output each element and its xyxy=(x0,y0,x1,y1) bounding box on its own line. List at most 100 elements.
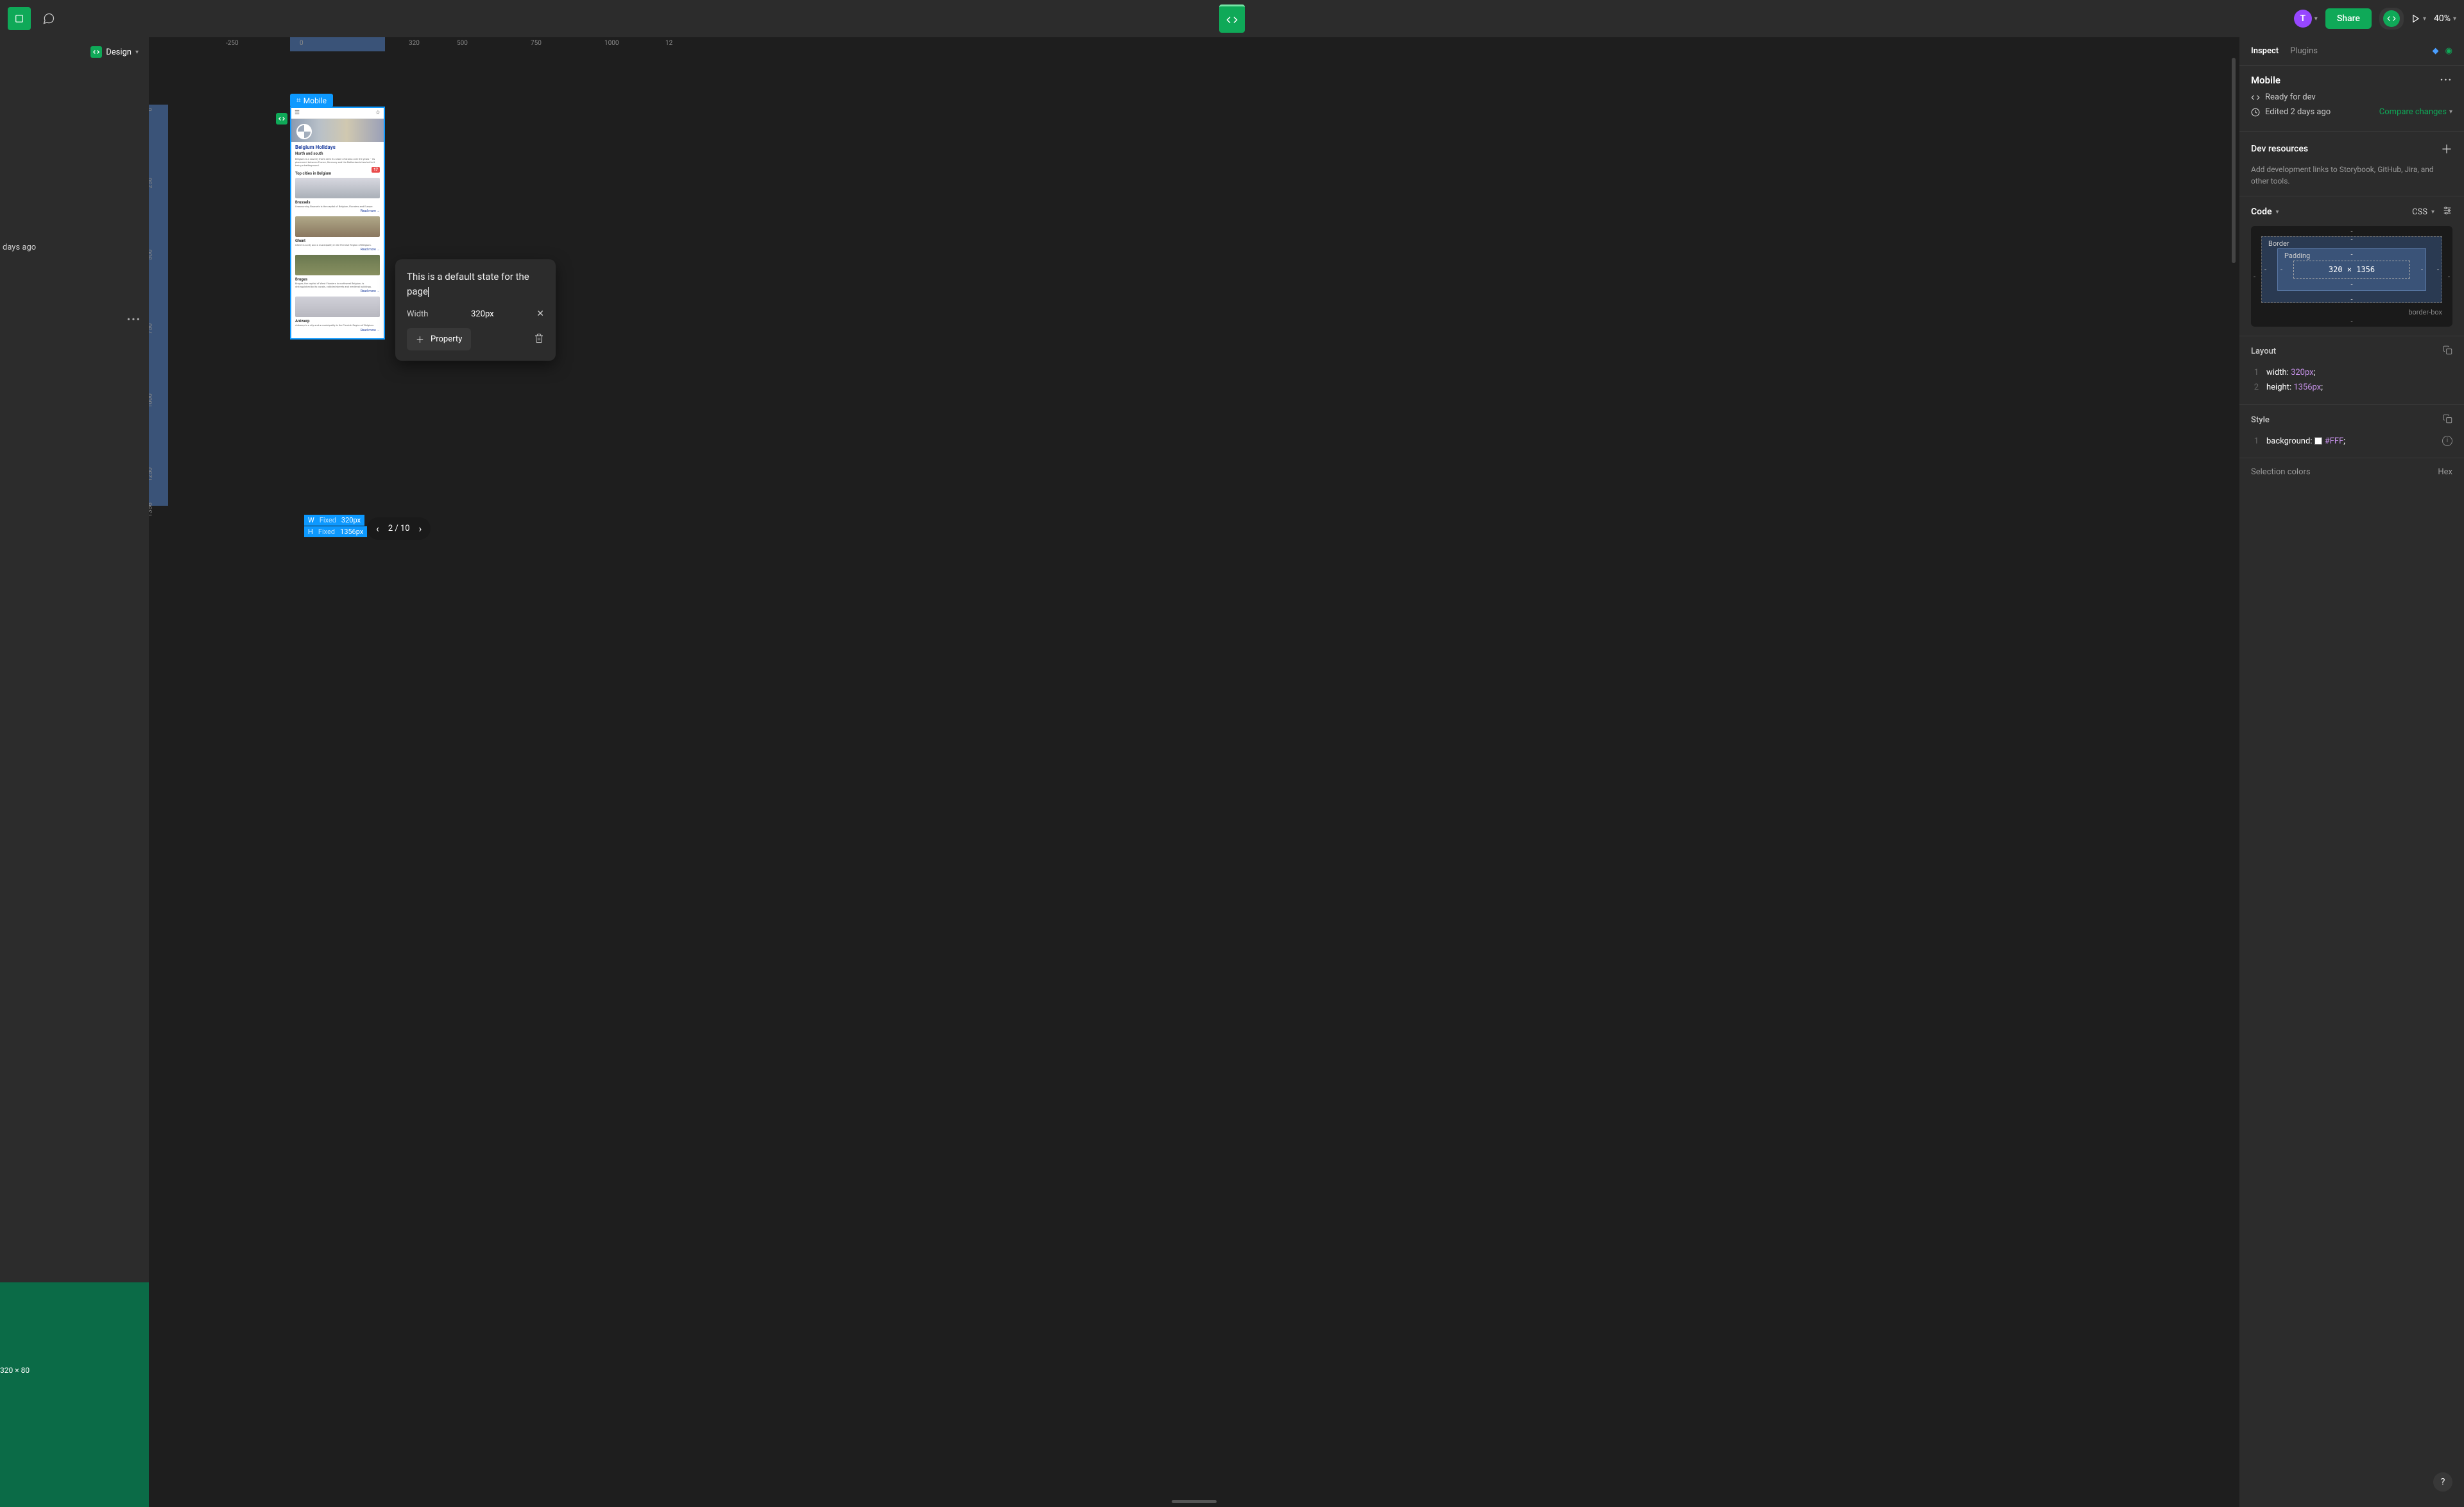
plus-icon: ＋ xyxy=(416,333,424,345)
add-property-button[interactable]: ＋ Property xyxy=(407,328,471,350)
pager-prev-button[interactable]: ‹ xyxy=(376,522,379,535)
box-model-visualizer: - - - - Border - - - - Padding - - - - 3… xyxy=(2251,226,2452,327)
city-image xyxy=(295,216,380,237)
width-label: Width xyxy=(407,309,428,319)
style-code-section: Style 1 background: #FFF; i xyxy=(2239,405,2464,458)
remove-property-button[interactable]: ✕ xyxy=(536,309,544,319)
chevron-down-icon[interactable]: ▾ xyxy=(2276,209,2279,216)
ruler-tick: 12 xyxy=(665,40,672,47)
chevron-down-icon: ▾ xyxy=(2453,15,2456,22)
help-button[interactable]: ? xyxy=(2433,1472,2452,1492)
left-sidebar: Design ▾ days ago ••• 320 × 80 xyxy=(0,37,149,1507)
ruler-tick: 320 xyxy=(409,40,420,47)
mobile-frame[interactable]: ☰ ☆ Belgium Holidays North and south Bel… xyxy=(290,107,385,340)
share-button[interactable]: Share xyxy=(2325,8,2372,29)
top-toolbar: T ▾ Share ▾ 40% ▾ xyxy=(0,0,2464,37)
city-image xyxy=(295,178,380,198)
selection-colors-title: Selection colors xyxy=(2251,467,2311,477)
city-desc: Ghent is a city and a municipality in th… xyxy=(295,243,380,246)
visibility-icon[interactable]: ◉ xyxy=(2445,46,2452,56)
annotation-actions: ＋ Property xyxy=(407,328,544,350)
layout-code[interactable]: 1 width: 320px; 2 height: 1356px; xyxy=(2239,363,2464,404)
ruler-tick: 1250 xyxy=(149,467,154,481)
canvas-scrollbar[interactable] xyxy=(2232,58,2236,263)
css-language-dropdown[interactable]: CSS ▾ xyxy=(2412,207,2434,217)
annotation-text-input[interactable]: This is a default state for the page xyxy=(407,270,544,298)
settings-icon[interactable] xyxy=(2442,205,2452,218)
chevron-down-icon: ▾ xyxy=(2423,15,2426,22)
compare-changes-button[interactable]: Compare changes ▾ xyxy=(2379,107,2452,117)
box-model-border: Border - - - - Padding - - - - 320 × 135… xyxy=(2261,236,2442,303)
edited-row: Edited 2 days ago Compare changes ▾ xyxy=(2251,107,2452,117)
toolbar-left xyxy=(8,7,59,30)
copy-style-button[interactable] xyxy=(2443,414,2452,426)
chevron-down-icon: ▾ xyxy=(2431,209,2434,216)
ruler-tick: 1000 xyxy=(604,40,619,47)
page-description: Belgium is a country that's seen its sha… xyxy=(295,157,380,168)
ruler-tick: 500 xyxy=(149,250,154,261)
frame-content: Belgium Holidays North and south Belgium… xyxy=(291,142,384,338)
city-desc: Bruges, the capital of West Flanders in … xyxy=(295,282,380,288)
main-menu-button[interactable] xyxy=(8,7,31,30)
avatar-group[interactable]: T ▾ xyxy=(2294,10,2318,28)
edited-ago-text: days ago xyxy=(0,243,36,252)
comment-tool-button[interactable] xyxy=(38,8,59,29)
page-title: Belgium Holidays xyxy=(295,144,380,150)
pager: ‹ 2 / 10 › xyxy=(367,517,431,540)
zoom-control[interactable]: 40% ▾ xyxy=(2434,13,2456,24)
box-sizing-label: border-box xyxy=(2261,308,2442,316)
pager-next-button[interactable]: › xyxy=(419,522,422,535)
dev-mode-toggle[interactable] xyxy=(2379,8,2404,30)
city-name: Bruges xyxy=(295,277,380,282)
annotation-popup: This is a default state for the page Wid… xyxy=(395,259,556,361)
panel-tabs: Inspect Plugins ◆ ◉ xyxy=(2239,37,2464,65)
frame-icon: ⌗ xyxy=(296,96,301,105)
style-code[interactable]: 1 background: #FFF; i xyxy=(2239,431,2464,458)
city-name: Brussels xyxy=(295,200,380,205)
canvas[interactable]: -250 0 320 500 750 1000 12 0 250 500 750… xyxy=(149,37,2239,1507)
frame-label[interactable]: ⌗ Mobile xyxy=(290,94,333,107)
pager-value: 2 / 10 xyxy=(388,524,410,533)
dev-resources-description: Add development links to Storybook, GitH… xyxy=(2251,164,2452,187)
ruler-tick: 1356 xyxy=(149,503,154,517)
code-icon xyxy=(2383,10,2400,27)
city-name: Antwerp xyxy=(295,319,380,323)
hamburger-icon: ☰ xyxy=(295,110,300,116)
delete-annotation-button[interactable] xyxy=(534,333,544,346)
star-icon: ☆ xyxy=(375,110,381,116)
left-thumbnail-block[interactable]: 320 × 80 xyxy=(0,1282,149,1507)
figma-icon[interactable]: ◆ xyxy=(2433,46,2439,56)
tab-plugins[interactable]: Plugins xyxy=(2290,46,2318,56)
present-button[interactable]: ▾ xyxy=(2411,14,2426,23)
ruler-tick: 750 xyxy=(149,323,154,334)
tab-inspect[interactable]: Inspect xyxy=(2251,46,2279,56)
dev-resources-title: Dev resources xyxy=(2251,144,2308,154)
more-dots-icon[interactable]: ••• xyxy=(127,313,141,325)
frame-info-section: Mobile ••• Ready for dev Edited 2 days a… xyxy=(2239,65,2464,132)
hex-label: Hex xyxy=(2438,467,2452,477)
more-icon[interactable]: ••• xyxy=(2440,76,2452,85)
add-dev-resource-button[interactable]: ＋ xyxy=(2441,141,2452,157)
city-image xyxy=(295,255,380,275)
frame-dev-badge[interactable] xyxy=(276,113,287,125)
ruler-tick: 1000 xyxy=(149,393,154,408)
info-icon[interactable]: i xyxy=(2442,436,2452,446)
ruler-tick: 0 xyxy=(149,108,154,112)
copy-layout-button[interactable] xyxy=(2443,345,2452,357)
toolbar-center xyxy=(1219,4,1245,33)
code-icon xyxy=(90,46,102,58)
ruler-tick: 250 xyxy=(149,178,154,189)
city-name: Ghent xyxy=(295,239,380,243)
layout-title: Layout xyxy=(2251,347,2276,356)
frame-topbar: ☰ ☆ xyxy=(291,108,384,119)
dev-mode-center-button[interactable] xyxy=(1219,4,1245,33)
chevron-down-icon: ▾ xyxy=(135,49,139,56)
city-image xyxy=(295,297,380,317)
city-desc: Antwerp is a city and a municipality in … xyxy=(295,323,380,327)
design-tab[interactable]: Design ▾ xyxy=(90,46,139,58)
ruler-horizontal: -250 0 320 500 750 1000 12 xyxy=(168,37,2239,51)
section-title: Top cities in Belgium xyxy=(295,171,380,176)
ruler-tick: 500 xyxy=(457,40,468,47)
ruler-tick: 0 xyxy=(300,40,304,47)
style-title: Style xyxy=(2251,415,2270,425)
